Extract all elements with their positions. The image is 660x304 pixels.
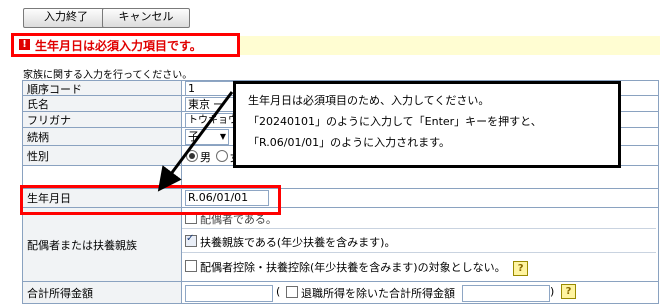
row-income: ( 退職所得を除いた合計所得金額 ) ? bbox=[181, 281, 659, 304]
birthdate-highlight bbox=[20, 185, 281, 215]
retire-excluded-checkbox[interactable]: 退職所得を除いた合計所得金額 bbox=[286, 285, 455, 301]
toolbar: 入力終了 キャンセル bbox=[0, 0, 660, 32]
retire-excluded-income-input[interactable] bbox=[462, 285, 550, 302]
callout-line-1: 生年月日は必須項目のため、入力してください。 bbox=[248, 94, 490, 107]
checkbox-unchecked-icon bbox=[286, 286, 298, 298]
error-message: 生年月日は必須入力項目です。 bbox=[35, 39, 202, 53]
income-input[interactable] bbox=[185, 285, 273, 302]
error-band bbox=[240, 36, 660, 55]
close-paren: ) bbox=[550, 285, 555, 298]
dependent-checkbox[interactable]: 扶養親族である(年少扶養を含みます)。 bbox=[185, 233, 396, 250]
exclude-label: 配偶者控除・扶養控除(年少扶養を含みます)の対象としない。 bbox=[200, 261, 506, 274]
finish-input-button[interactable]: 入力終了 bbox=[23, 8, 109, 28]
callout-box: 生年月日は必須項目のため、入力してください。 「20240101」のように入力し… bbox=[233, 81, 621, 168]
relation-value: 子 bbox=[188, 130, 199, 143]
label-dependency: 配偶者または扶養親族 bbox=[22, 207, 187, 283]
help-icon[interactable]: ? bbox=[561, 284, 576, 299]
open-paren: ( bbox=[276, 285, 281, 298]
radio-unselected-icon bbox=[216, 150, 228, 162]
cancel-button[interactable]: キャンセル bbox=[102, 8, 190, 28]
label-income: 合計所得金額 bbox=[22, 281, 187, 304]
gender-radio-male[interactable]: 男 bbox=[186, 149, 211, 165]
label-gender: 性別 bbox=[22, 145, 187, 167]
label-relation: 続柄 bbox=[22, 127, 187, 147]
error-message-box: ! 生年月日は必須入力項目です。 bbox=[11, 33, 240, 57]
retire-excluded-label: 退職所得を除いた合計所得金額 bbox=[301, 287, 455, 300]
help-icon[interactable]: ? bbox=[513, 261, 529, 276]
exclude-checkbox[interactable]: 配偶者控除・扶養控除(年少扶養を含みます)の対象としない。 ? bbox=[185, 259, 529, 276]
dependent-label: 扶養親族である(年少扶養を含みます)。 bbox=[200, 236, 396, 249]
row-dependency: 配偶者である。 扶養親族である(年少扶養を含みます)。 配偶者控除・扶養控除(年… bbox=[181, 207, 659, 283]
relation-select[interactable]: 子 ▼ bbox=[185, 129, 229, 145]
callout-line-2: 「20240101」のように入力して「Enter」キーを押すと、 bbox=[248, 115, 542, 128]
instruction-text: 家族に関する入力を行ってください。 bbox=[23, 70, 193, 81]
checkbox-checked-icon bbox=[185, 233, 197, 247]
chevron-down-icon: ▼ bbox=[219, 132, 226, 141]
checkbox-unchecked-icon bbox=[185, 260, 197, 272]
radio-selected-icon bbox=[186, 150, 198, 162]
callout-line-3: 「R.06/01/01」のように入力されます。 bbox=[248, 136, 451, 149]
error-icon: ! bbox=[19, 39, 30, 50]
gender-male-label: 男 bbox=[200, 151, 211, 164]
